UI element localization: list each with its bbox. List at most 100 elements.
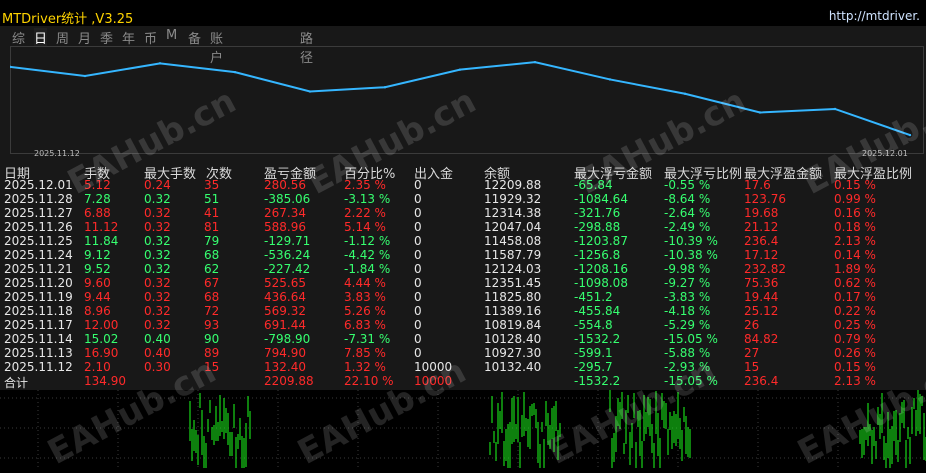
cell-maxlots: 0.32 <box>144 192 171 206</box>
cell-date: 2025.11.17 <box>4 318 73 332</box>
tab-month[interactable]: 月 <box>78 28 91 47</box>
cell-fpamt: 27 <box>744 346 760 360</box>
total-inout: 10000 <box>414 374 453 388</box>
cell-date: 2025.11.21 <box>4 262 73 276</box>
cell-bal: 11587.79 <box>484 248 542 262</box>
tab-overview[interactable]: 综 <box>12 28 25 47</box>
cell-lots: 9.44 <box>84 290 111 304</box>
cell-lots: 11.12 <box>84 220 119 234</box>
cell-maxlots: 0.40 <box>144 332 171 346</box>
tab-quarter[interactable]: 季 <box>100 28 113 47</box>
equity-point <box>833 107 837 111</box>
cell-fpamt: 236.4 <box>744 234 779 248</box>
cell-pnl: -385.06 <box>264 192 311 206</box>
cell-inout: 0 <box>414 276 422 290</box>
cell-bal: 12314.38 <box>484 206 542 220</box>
tab-currency[interactable]: 币 <box>144 28 157 47</box>
cell-fpamt: 25.12 <box>744 304 779 318</box>
cell-pct: 7.85 % <box>344 346 386 360</box>
cell-pct: 2.22 % <box>344 206 386 220</box>
cell-ddamt: -455.84 <box>574 304 621 318</box>
cell-fpamt: 19.44 <box>744 290 779 304</box>
cell-date: 2025.11.24 <box>4 248 73 262</box>
cell-inout: 0 <box>414 318 422 332</box>
cell-maxlots: 0.32 <box>144 206 171 220</box>
cell-inout: 0 <box>414 332 422 346</box>
cell-lots: 16.90 <box>84 346 119 360</box>
cell-lots: 12.00 <box>84 318 119 332</box>
cell-date: 2025.11.27 <box>4 206 73 220</box>
cell-pct: 2.35 % <box>344 178 386 192</box>
tab-m[interactable]: M <box>166 28 177 43</box>
cell-fppct: 0.17 % <box>834 290 876 304</box>
cell-fppct: 1.89 % <box>834 262 876 276</box>
cell-inout: 10000 <box>414 360 453 374</box>
app-title-bar: MTDriver统计 ,V3.25 http://mtdriver. <box>0 0 926 27</box>
total-ddamt: -1532.2 <box>574 374 621 388</box>
cell-inout: 0 <box>414 192 422 206</box>
cell-fppct: 0.22 % <box>834 304 876 318</box>
cell-inout: 0 <box>414 234 422 248</box>
cell-inout: 0 <box>414 178 422 192</box>
equity-point <box>683 92 687 95</box>
cell-ddpct: -5.88 % <box>664 346 711 360</box>
cell-ddamt: -321.76 <box>574 206 621 220</box>
cell-pct: 5.26 % <box>344 304 386 318</box>
total-label: 合计 <box>4 376 29 390</box>
cell-count: 79 <box>204 234 220 248</box>
cell-ddpct: -5.29 % <box>664 318 711 332</box>
cell-pct: -7.31 % <box>344 332 391 346</box>
cell-bal: 12351.45 <box>484 276 542 290</box>
cell-ddpct: -3.83 % <box>664 290 711 304</box>
tab-day[interactable]: 日 <box>34 28 48 47</box>
cell-fpamt: 17.12 <box>744 248 779 262</box>
total-ddpct: -15.05 % <box>664 374 718 388</box>
equity-point <box>158 62 162 65</box>
cell-ddamt: -1208.16 <box>574 262 628 276</box>
cell-maxlots: 0.24 <box>144 178 171 192</box>
cell-count: 41 <box>204 206 220 220</box>
cell-date: 2025.11.28 <box>4 192 73 206</box>
cell-ddamt: -1084.64 <box>574 192 628 206</box>
equity-line <box>10 61 911 137</box>
cell-ddpct: -9.98 % <box>664 262 711 276</box>
cell-pct: 6.83 % <box>344 318 386 332</box>
cell-maxlots: 0.32 <box>144 304 171 318</box>
cell-pnl: 436.64 <box>264 290 306 304</box>
cell-ddpct: -10.38 % <box>664 248 718 262</box>
cell-lots: 5.12 <box>84 178 111 192</box>
equity-point <box>908 133 912 137</box>
cell-fppct: 0.25 % <box>834 318 876 332</box>
cell-count: 15 <box>204 360 220 374</box>
cell-ddamt: -1532.2 <box>574 332 621 346</box>
cell-pnl: -798.90 <box>264 332 311 346</box>
cell-fpamt: 123.76 <box>744 192 786 206</box>
cell-bal: 12209.88 <box>484 178 542 192</box>
cell-fpamt: 15 <box>744 360 760 374</box>
cell-maxlots: 0.32 <box>144 262 171 276</box>
cell-ddamt: -295.7 <box>574 360 613 374</box>
website-link[interactable]: http://mtdriver. <box>829 9 920 23</box>
cell-fppct: 0.15 % <box>834 360 876 374</box>
cell-pnl: 794.90 <box>264 346 306 360</box>
stats-panel: 综 日 周 月 季 年 币 M 备 账户 路径 2025.11.12 2025.… <box>0 26 926 390</box>
cell-date: 2025.12.01 <box>4 178 73 192</box>
cell-fppct: 0.16 % <box>834 206 876 220</box>
cell-pct: -3.13 % <box>344 192 391 206</box>
cell-pct: -1.12 % <box>344 234 391 248</box>
cell-fppct: 0.79 % <box>834 332 876 346</box>
tab-year[interactable]: 年 <box>122 28 135 47</box>
cell-bal: 11458.08 <box>484 234 542 248</box>
cell-fpamt: 84.82 <box>744 332 779 346</box>
cell-bal: 12124.03 <box>484 262 542 276</box>
cell-count: 68 <box>204 248 220 262</box>
equity-point <box>608 78 612 81</box>
cell-inout: 0 <box>414 262 422 276</box>
tab-note[interactable]: 备 <box>188 28 201 47</box>
cell-fppct: 0.18 % <box>834 220 876 234</box>
cell-bal: 11825.80 <box>484 290 542 304</box>
cell-ddamt: -1256.8 <box>574 248 621 262</box>
cell-fppct: 0.62 % <box>834 276 876 290</box>
tab-week[interactable]: 周 <box>56 28 69 47</box>
cell-lots: 2.10 <box>84 360 111 374</box>
